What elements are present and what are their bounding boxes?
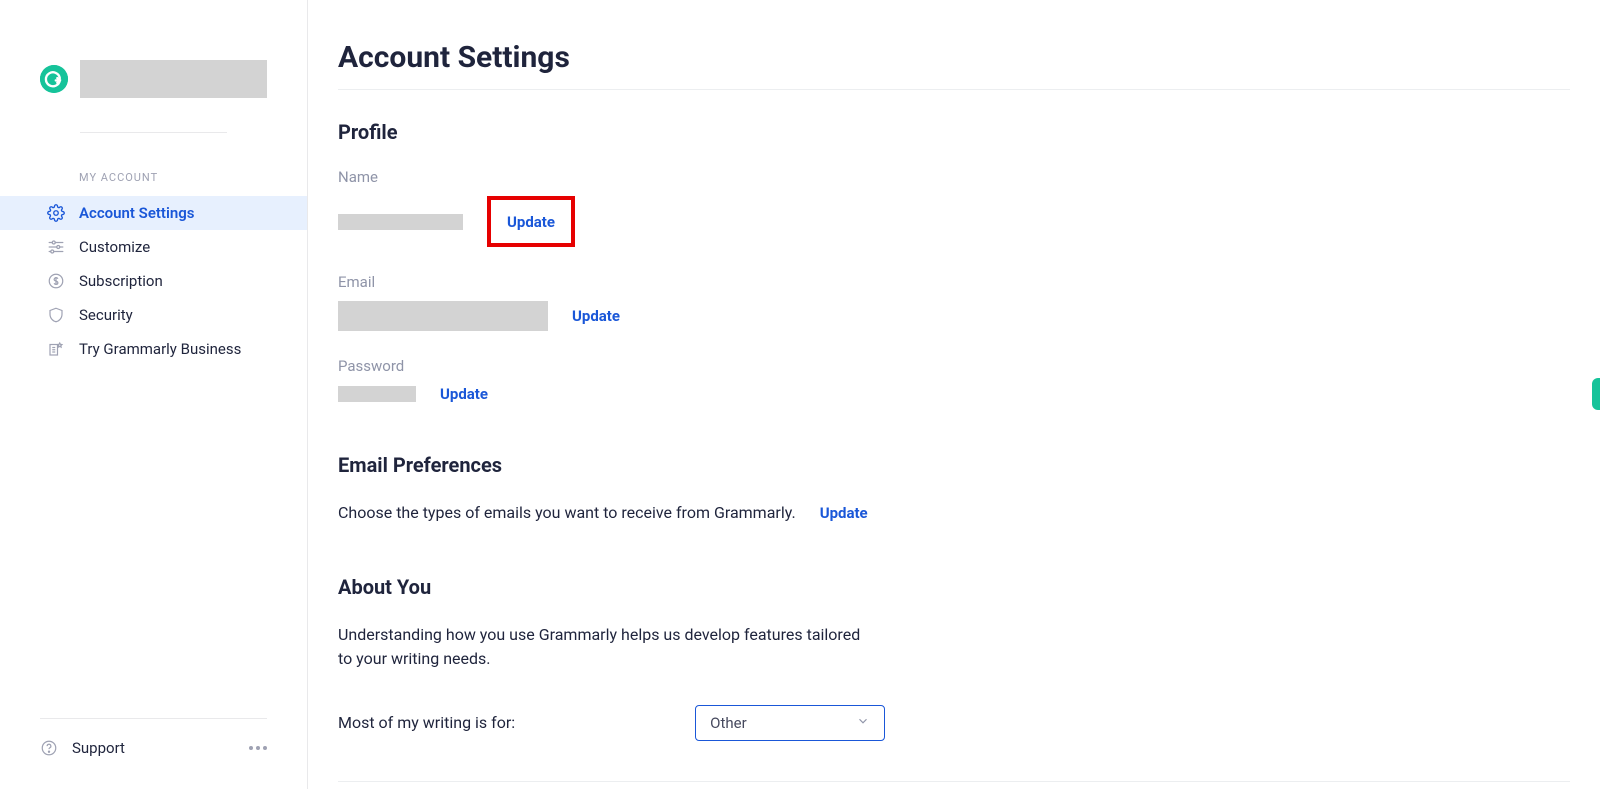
- update-email-link[interactable]: Update: [572, 307, 620, 325]
- sidebar-item-label: Account Settings: [79, 204, 195, 222]
- divider: [80, 132, 227, 133]
- name-field: Name Update: [338, 168, 1570, 247]
- writing-purpose-dropdown[interactable]: Other: [695, 705, 885, 741]
- writing-purpose-label: Most of my writing is for:: [338, 711, 515, 735]
- profile-section-title: Profile: [338, 120, 1570, 144]
- support-label: Support: [72, 739, 125, 757]
- sidebar-item-security[interactable]: Security: [0, 298, 307, 332]
- sidebar-item-account-settings[interactable]: Account Settings: [0, 196, 307, 230]
- sliders-icon: [47, 238, 65, 256]
- sidebar-item-label: Subscription: [79, 272, 163, 290]
- update-password-link[interactable]: Update: [440, 385, 488, 403]
- sidebar-item-subscription[interactable]: Subscription: [0, 264, 307, 298]
- about-description: Understanding how you use Grammarly help…: [338, 623, 878, 671]
- email-prefs-section-title: Email Preferences: [338, 453, 1570, 477]
- sidebar-item-try-business[interactable]: Try Grammarly Business: [0, 332, 307, 366]
- support-link[interactable]: Support: [40, 739, 267, 757]
- email-label: Email: [338, 273, 1570, 291]
- divider: [338, 89, 1570, 90]
- nav-heading: MY ACCOUNT: [0, 171, 307, 184]
- sidebar-nav: MY ACCOUNT Account Settings Customize: [0, 171, 307, 366]
- email-prefs-description: Choose the types of emails you want to r…: [338, 501, 796, 525]
- grammarly-logo-icon: [40, 65, 68, 93]
- sidebar-item-customize[interactable]: Customize: [0, 230, 307, 264]
- name-value-redacted: [338, 214, 463, 230]
- dollar-circle-icon: [47, 272, 65, 290]
- password-value-redacted: [338, 386, 416, 402]
- update-email-prefs-link[interactable]: Update: [820, 504, 868, 522]
- sidebar-header: [0, 0, 307, 133]
- sidebar-item-label: Customize: [79, 238, 150, 256]
- floating-feedback-tab[interactable]: [1592, 378, 1600, 410]
- writing-purpose-row: Most of my writing is for: Other: [338, 705, 1570, 741]
- sidebar: MY ACCOUNT Account Settings Customize: [0, 0, 308, 789]
- page-title: Account Settings: [338, 40, 1570, 75]
- sidebar-item-label: Security: [79, 306, 133, 324]
- logo-row: [40, 60, 267, 98]
- sidebar-item-label: Try Grammarly Business: [79, 340, 241, 358]
- name-label: Name: [338, 168, 1570, 186]
- password-label: Password: [338, 357, 1570, 375]
- building-star-icon: [47, 340, 65, 358]
- more-icon[interactable]: [249, 746, 267, 750]
- about-section-title: About You: [338, 575, 1570, 599]
- update-name-link[interactable]: Update: [507, 213, 555, 231]
- email-value-redacted: [338, 301, 548, 331]
- dropdown-value: Other: [710, 714, 747, 732]
- divider: [338, 781, 1570, 782]
- email-prefs-row: Choose the types of emails you want to r…: [338, 501, 1570, 525]
- chevron-down-icon: [856, 714, 870, 732]
- help-circle-icon: [40, 739, 58, 757]
- email-field: Email Update: [338, 273, 1570, 331]
- shield-icon: [47, 306, 65, 324]
- update-name-highlight: Update: [487, 196, 575, 247]
- gear-icon: [47, 204, 65, 222]
- user-name-redacted: [80, 60, 267, 98]
- main-content: Account Settings Profile Name Update Ema…: [308, 0, 1600, 789]
- sidebar-footer: Support: [0, 718, 307, 789]
- divider: [40, 718, 267, 719]
- password-field: Password Update: [338, 357, 1570, 403]
